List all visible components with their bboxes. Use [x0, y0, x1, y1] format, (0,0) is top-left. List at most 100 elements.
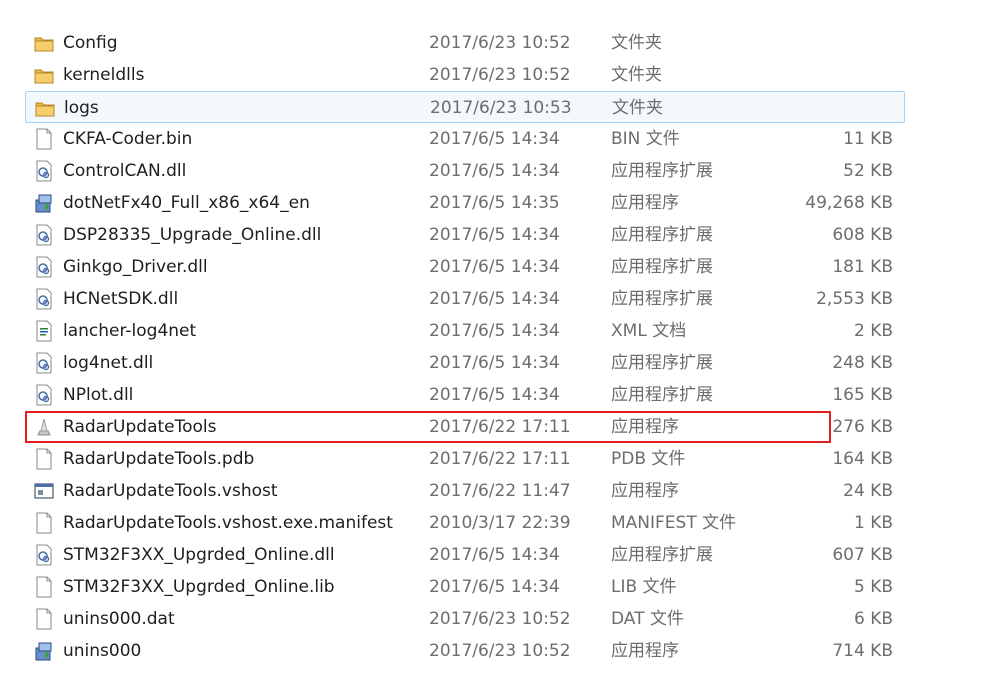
file-type: 应用程序扩展: [611, 353, 713, 373]
file-row[interactable]: DSP28335_Upgrade_Online.dll 2017/6/5 14:3…: [25, 219, 905, 251]
file-name: dotNetFx40_Full_x86_x64_en: [63, 193, 310, 213]
file-row[interactable]: NPlot.dll 2017/6/5 14:34 应用程序扩展 165 KB: [25, 379, 905, 411]
dll-icon: [33, 155, 57, 187]
file-size: 6 KB: [853, 609, 893, 629]
file-name: unins000: [63, 641, 142, 661]
dll-icon: [33, 283, 57, 315]
file-row[interactable]: lancher-log4net 2017/6/5 14:34 XML 文档 2 KB: [25, 315, 905, 347]
dll-icon: [33, 347, 57, 379]
file-size: 1 KB: [853, 513, 893, 533]
window-icon: [33, 475, 57, 507]
file-type: 应用程序扩展: [611, 385, 713, 405]
file-date: 2017/6/22 11:47: [429, 481, 571, 501]
file-row[interactable]: Config 2017/6/23 10:52 文件夹: [25, 27, 905, 59]
file-date: 2010/3/17 22:39: [429, 513, 571, 533]
file-size: 11 KB: [843, 129, 893, 149]
file-date: 2017/6/23 10:52: [429, 33, 571, 53]
file-date: 2017/6/5 14:34: [429, 577, 560, 597]
file-row[interactable]: STM32F3XX_Upgrded_Online.lib 2017/6/5 14:…: [25, 571, 905, 603]
file-row[interactable]: ControlCAN.dll 2017/6/5 14:34 应用程序扩展 52 KB: [25, 155, 905, 187]
file-type: 应用程序扩展: [611, 289, 713, 309]
file-size: 164 KB: [832, 449, 893, 469]
file-date: 2017/6/23 10:52: [429, 641, 571, 661]
file-date: 2017/6/5 14:34: [429, 129, 560, 149]
file-type: PDB 文件: [611, 449, 686, 469]
file-size: 49,268 KB: [805, 193, 893, 213]
file-type: 应用程序扩展: [611, 225, 713, 245]
file-name: unins000.dat: [63, 609, 175, 629]
file-row[interactable]: unins000 2017/6/23 10:52 应用程序 714 KB: [25, 635, 905, 667]
installer-icon: [33, 187, 57, 219]
file-name: kerneldlls: [63, 65, 145, 85]
dll-icon: [33, 251, 57, 283]
file-size: 248 KB: [832, 353, 893, 373]
file-date: 2017/6/5 14:34: [429, 161, 560, 181]
file-type: 应用程序: [611, 417, 679, 437]
file-type: LIB 文件: [611, 577, 677, 597]
file-name: Ginkgo_Driver.dll: [63, 257, 208, 277]
file-type: BIN 文件: [611, 129, 680, 149]
file-row[interactable]: RadarUpdateTools.vshost 2017/6/22 11:47 应用…: [25, 475, 905, 507]
file-name: DSP28335_Upgrade_Online.dll: [63, 225, 322, 245]
file-row[interactable]: RadarUpdateTools 2017/6/22 17:11 应用程序 276 K…: [25, 411, 893, 443]
file-row[interactable]: RadarUpdateTools.pdb 2017/6/22 17:11 PDB 文…: [25, 443, 905, 475]
file-name: RadarUpdateTools.vshost.exe.manifest: [63, 513, 393, 533]
folder-icon: [34, 92, 58, 124]
file-date: 2017/6/22 17:11: [429, 417, 571, 437]
file-size: 181 KB: [832, 257, 893, 277]
folder-icon: [33, 27, 57, 59]
file-date: 2017/6/5 14:34: [429, 289, 560, 309]
file-size: 608 KB: [832, 225, 893, 245]
file-row[interactable]: kerneldlls 2017/6/23 10:52 文件夹: [25, 59, 905, 91]
file-date: 2017/6/5 14:34: [429, 545, 560, 565]
file-size: 607 KB: [832, 545, 893, 565]
file-row[interactable]: RadarUpdateTools.vshost.exe.manifest 2010…: [25, 507, 905, 539]
file-date: 2017/6/23 10:53: [430, 98, 572, 118]
file-name: RadarUpdateTools.vshost: [63, 481, 278, 501]
file-size: 2 KB: [853, 321, 893, 341]
file-icon: [33, 123, 57, 155]
file-row[interactable]: log4net.dll 2017/6/5 14:34 应用程序扩展 248 KB: [25, 347, 905, 379]
file-row[interactable]: unins000.dat 2017/6/23 10:52 DAT 文件 6 KB: [25, 603, 905, 635]
file-size: 24 KB: [843, 481, 893, 501]
file-name: lancher-log4net: [63, 321, 197, 341]
file-row[interactable]: HCNetSDK.dll 2017/6/5 14:34 应用程序扩展 2,553 KB: [25, 283, 905, 315]
installer-icon: [33, 635, 57, 667]
file-row[interactable]: CKFA-Coder.bin 2017/6/5 14:34 BIN 文件 11 KB: [25, 123, 905, 155]
file-icon: [33, 507, 57, 539]
file-type: 文件夹: [611, 65, 662, 85]
file-row[interactable]: STM32F3XX_Upgrded_Online.dll 2017/6/5 14:…: [25, 539, 905, 571]
file-date: 2017/6/5 14:34: [429, 353, 560, 373]
file-type: 应用程序: [611, 193, 679, 213]
file-date: 2017/6/22 17:11: [429, 449, 571, 469]
file-type: 应用程序扩展: [611, 545, 713, 565]
file-name: NPlot.dll: [63, 385, 134, 405]
file-name: RadarUpdateTools: [63, 417, 217, 437]
app-icon: [33, 411, 57, 443]
file-type: 应用程序: [611, 481, 679, 501]
file-size: 165 KB: [832, 385, 893, 405]
file-size: 276 KB: [832, 417, 893, 437]
file-row[interactable]: logs 2017/6/23 10:53 文件夹: [25, 91, 905, 123]
dll-icon: [33, 539, 57, 571]
file-date: 2017/6/5 14:35: [429, 193, 560, 213]
file-size: 714 KB: [832, 641, 893, 661]
file-name: RadarUpdateTools.pdb: [63, 449, 255, 469]
file-type: XML 文档: [611, 321, 687, 341]
file-size: 2,553 KB: [816, 289, 893, 309]
file-icon: [33, 571, 57, 603]
file-date: 2017/6/5 14:34: [429, 257, 560, 277]
file-icon: [33, 443, 57, 475]
file-name: Config: [63, 33, 118, 53]
file-date: 2017/6/5 14:34: [429, 321, 560, 341]
file-type: 应用程序扩展: [611, 257, 713, 277]
file-row[interactable]: Ginkgo_Driver.dll 2017/6/5 14:34 应用程序扩展 181…: [25, 251, 905, 283]
file-date: 2017/6/23 10:52: [429, 65, 571, 85]
file-name: CKFA-Coder.bin: [63, 129, 193, 149]
file-list: Config 2017/6/23 10:52 文件夹 kerneldlls 2017/6…: [25, 27, 905, 667]
file-row[interactable]: dotNetFx40_Full_x86_x64_en 2017/6/5 14:35…: [25, 187, 905, 219]
folder-icon: [33, 59, 57, 91]
file-size: 52 KB: [843, 161, 893, 181]
file-name: logs: [64, 98, 99, 118]
file-size: 5 KB: [853, 577, 893, 597]
